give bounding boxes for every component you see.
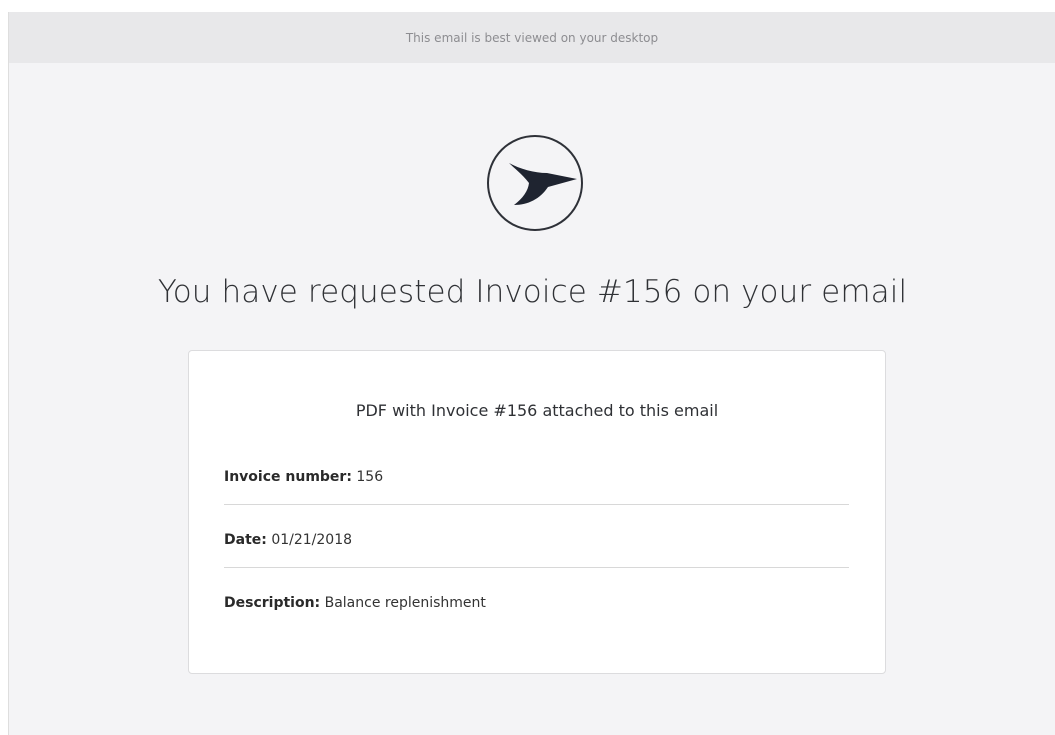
invoice-card: PDF with Invoice #156 attached to this e… bbox=[188, 350, 886, 674]
page-headline: You have requested Invoice #156 on your … bbox=[157, 274, 908, 310]
invoice-number-label: Invoice number: bbox=[224, 469, 352, 485]
desktop-view-notice: This email is best viewed on your deskto… bbox=[9, 12, 1055, 63]
email-frame: This email is best viewed on your deskto… bbox=[8, 12, 1055, 735]
invoice-number-value: 156 bbox=[356, 469, 384, 485]
invoice-number-row: Invoice number: 156 bbox=[224, 469, 849, 485]
divider bbox=[224, 504, 849, 505]
description-value: Balance replenishment bbox=[324, 595, 486, 611]
description-label: Description: bbox=[224, 595, 321, 611]
desktop-view-notice-text: This email is best viewed on your deskto… bbox=[405, 30, 659, 45]
date-label: Date: bbox=[224, 532, 267, 548]
divider bbox=[224, 567, 849, 568]
attachment-message: PDF with Invoice #156 attached to this e… bbox=[355, 401, 719, 420]
description-row: Description: Balance replenishment bbox=[224, 595, 849, 611]
hummingbird-icon bbox=[485, 133, 585, 233]
date-value: 01/21/2018 bbox=[271, 532, 353, 548]
date-row: Date: 01/21/2018 bbox=[224, 532, 849, 548]
